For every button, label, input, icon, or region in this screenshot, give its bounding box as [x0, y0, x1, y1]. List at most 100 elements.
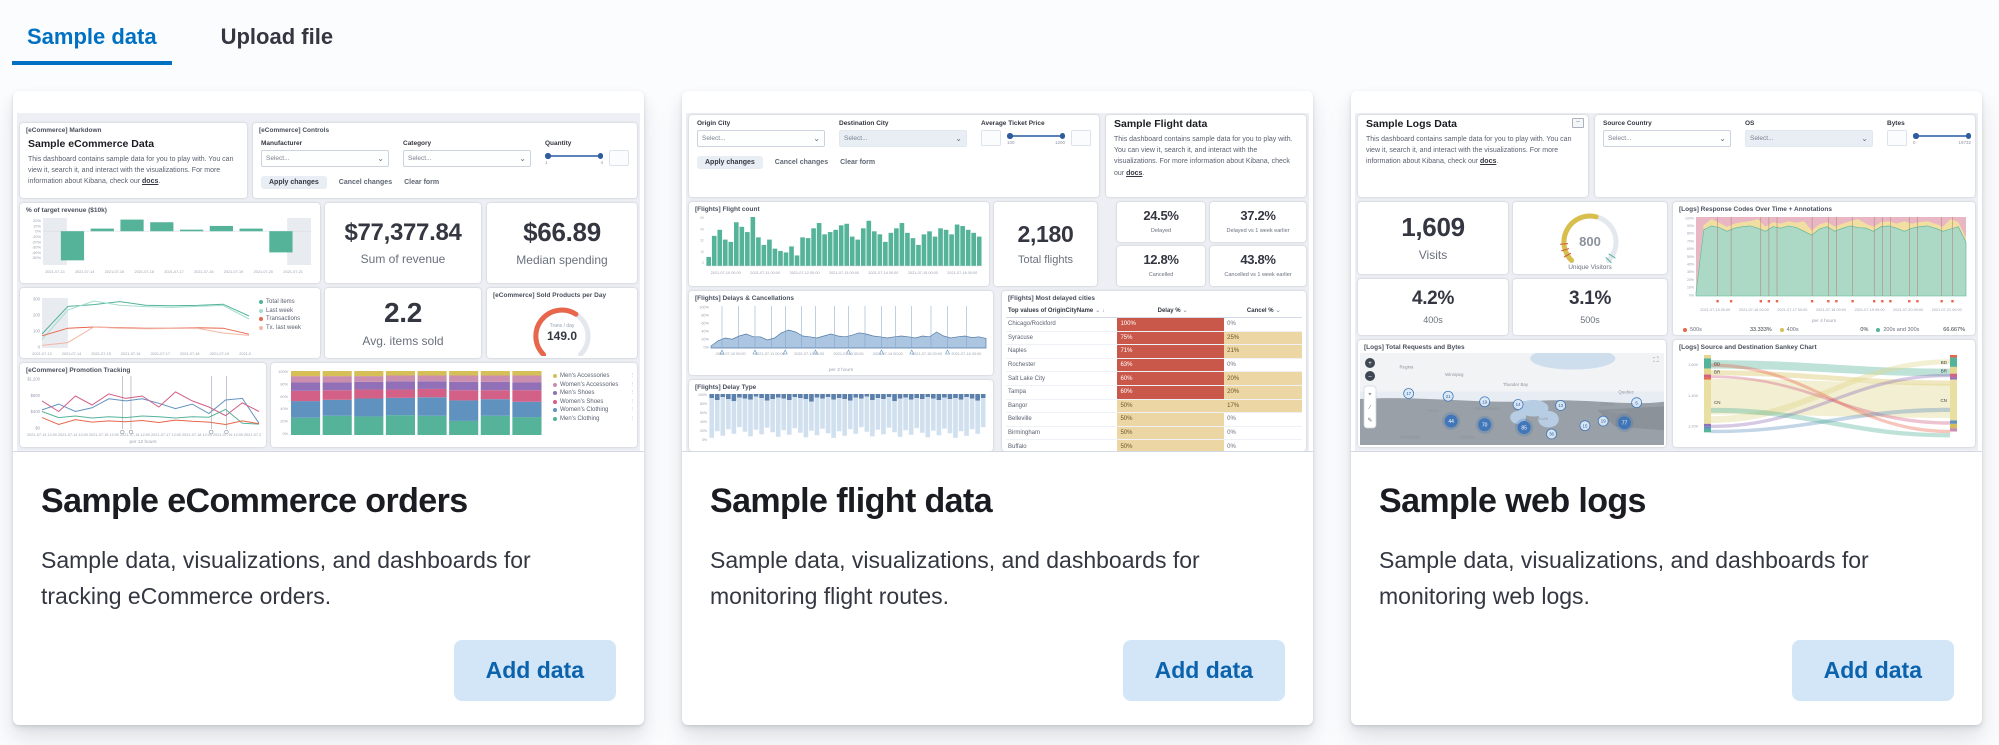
svg-text:13: 13 — [1558, 403, 1563, 408]
svg-text:2021-07-14: 2021-07-14 — [75, 270, 94, 274]
svg-text:2021-07-15: 2021-07-15 — [105, 270, 124, 274]
table-cell: 0% — [1224, 318, 1302, 331]
metric-panel: 12.8%Cancelled — [1117, 246, 1205, 286]
metric-label: Avg. items sold — [362, 334, 443, 350]
slider-track — [547, 155, 601, 157]
svg-text:80%: 80% — [280, 382, 288, 386]
slider-track — [1009, 135, 1063, 137]
svg-text:20%: 20% — [280, 420, 288, 424]
gauge-panel: [eCommerce] Sold Products per DayTrans /… — [487, 288, 637, 358]
svg-text:2021-07-12 00:00: 2021-07-12 00:00 — [794, 352, 824, 356]
svg-text:Ottawa: Ottawa — [1600, 401, 1614, 406]
range-min: 100 — [1007, 140, 1015, 145]
ellipsis-icon: ⋮ — [630, 390, 636, 396]
chevron-down-icon: ⌄ — [955, 137, 962, 141]
svg-text:60%: 60% — [701, 322, 709, 326]
panel-title: % of target revenue ($10k) — [20, 203, 320, 215]
delaytype-panel: [Flights] Delay Type100%80%60%40%20%0% — [689, 380, 993, 451]
chart-legend: Total itemsLast weekTransactionsTx. last… — [259, 299, 317, 331]
metric-panel: $66.89Median spending — [487, 203, 637, 283]
area-panel: [Flights] Delays & Cancellations100%80%6… — [689, 291, 993, 375]
svg-text:Omaha: Omaha — [1460, 435, 1475, 440]
preview-button[interactable]: Apply changes — [697, 156, 763, 169]
range-slider[interactable]: 14 — [545, 150, 603, 166]
select-input[interactable]: Select...⌄ — [697, 130, 825, 147]
svg-text:$0: $0 — [35, 426, 40, 431]
svg-text:300: 300 — [33, 297, 41, 302]
panel-title: [Flights] Flight count — [689, 202, 989, 214]
control-label: Average Ticket Price — [981, 120, 1091, 127]
table-cell: 0% — [1224, 440, 1302, 451]
preview-button[interactable]: Cancel changes — [339, 179, 392, 186]
slider-handle[interactable] — [545, 153, 551, 159]
table-header-cell[interactable]: Cancel %⌄ — [1226, 307, 1302, 314]
svg-text:2021-07-19: 2021-07-19 — [224, 270, 243, 274]
legend-item: Men's Shoes⋮ — [553, 390, 635, 396]
select-input[interactable]: Select...⌄ — [1745, 130, 1873, 147]
card-sample-ecommerce: [eCommerce] MarkdownSample eCommerce Dat… — [13, 91, 644, 725]
metric-value: 37.2% — [1240, 208, 1275, 223]
table-cell: 50% — [1117, 400, 1224, 413]
preview-button[interactable]: Clear form — [840, 159, 875, 166]
metric-label: Total flights — [1018, 253, 1073, 267]
svg-text:149.0: 149.0 — [547, 329, 577, 343]
markdown-panel: Sample Logs DataThis dashboard contains … — [1358, 115, 1588, 197]
svg-text:Minneapolis: Minneapolis — [1476, 406, 1500, 411]
select-input[interactable]: Select...⌄ — [1603, 130, 1731, 147]
tab-upload-file[interactable]: Upload file — [206, 24, 348, 65]
range-slider[interactable]: 1001200 — [1007, 130, 1065, 146]
table-header-cell[interactable]: Delay %⌄ — [1120, 307, 1226, 314]
select-input[interactable]: Select...⌄ — [403, 150, 531, 167]
metric-panel: 24.5%Delayed — [1117, 202, 1205, 242]
card-body: Sample eCommerce orders Sample data, vis… — [13, 452, 644, 725]
add-data-button-web-logs[interactable]: Add data — [1792, 640, 1954, 701]
table-cell: Syracuse — [1006, 332, 1117, 345]
svg-text:30%: 30% — [1687, 270, 1694, 274]
svg-text:CN: CN — [1941, 398, 1948, 403]
panel-title: [eCommerce] Sold Products per Day — [487, 288, 637, 300]
preview-button[interactable]: Cancel changes — [775, 159, 828, 166]
slider-handle[interactable] — [598, 153, 604, 159]
card-body: Sample flight data Sample data, visualiz… — [682, 452, 1313, 725]
docs-link: docs — [1480, 158, 1496, 165]
table-cell: 60% — [1117, 386, 1224, 399]
svg-text:100: 100 — [33, 329, 41, 334]
table-cell: 25% — [1224, 332, 1302, 345]
range-slider[interactable]: 019732 — [1913, 130, 1971, 146]
svg-text:2021-07-18: 2021-07-18 — [180, 352, 199, 356]
preview-button[interactable]: Clear form — [404, 179, 439, 186]
control-field: Origin CitySelect...⌄ — [697, 120, 825, 147]
preview-button[interactable]: Apply changes — [261, 176, 327, 189]
select-placeholder: Select... — [408, 155, 431, 162]
svg-text:20%: 20% — [700, 429, 707, 433]
svg-text:2021-07-15 00:00: 2021-07-15 00:00 — [912, 352, 942, 356]
legend-dot — [553, 391, 557, 395]
add-data-button-flights[interactable]: Add data — [1123, 640, 1285, 701]
preview-markdown-body: This dashboard contains sample data for … — [1106, 130, 1306, 179]
svg-text:⛶: ⛶ — [1654, 356, 1659, 364]
select-input[interactable]: Select...⌄ — [839, 130, 967, 147]
svg-text:Pierre: Pierre — [1427, 408, 1439, 413]
legend-item: Last week — [259, 308, 317, 314]
range-min: 0 — [1913, 140, 1916, 145]
select-input[interactable]: Select...⌄ — [261, 150, 389, 167]
slider-handle[interactable] — [1913, 133, 1919, 139]
add-data-button-ecommerce[interactable]: Add data — [454, 640, 616, 701]
table-row: Birmingham50%0% — [1006, 427, 1302, 441]
table-row: Chicago/Rockford100%0% — [1006, 318, 1302, 332]
metric-panel: $77,377.84Sum of revenue — [325, 203, 481, 283]
sort-icon: ⌄ — [1276, 307, 1281, 314]
controls-panel: [eCommerce] ControlsManufacturerSelect..… — [253, 123, 637, 198]
card-description: Sample data, visualizations, and dashboa… — [710, 543, 1275, 614]
tab-sample-data[interactable]: Sample data — [12, 24, 172, 65]
table-header-cell[interactable]: Top values of OriginCityName⌄ ↓ — [1006, 307, 1120, 314]
svg-text:60%: 60% — [280, 395, 288, 399]
slider-handle[interactable] — [1060, 133, 1066, 139]
svg-text:BD: BD — [1941, 360, 1948, 365]
svg-text:1,600: 1,600 — [1688, 362, 1699, 367]
svg-text:Quebec: Quebec — [1618, 389, 1634, 394]
slider-handle[interactable] — [1966, 133, 1972, 139]
slider-handle[interactable] — [1007, 133, 1013, 139]
svg-text:2021-07-14 12:00: 2021-07-14 12:00 — [58, 433, 88, 437]
card-sample-web-logs: Sample Logs DataThis dashboard contains … — [1351, 91, 1982, 725]
